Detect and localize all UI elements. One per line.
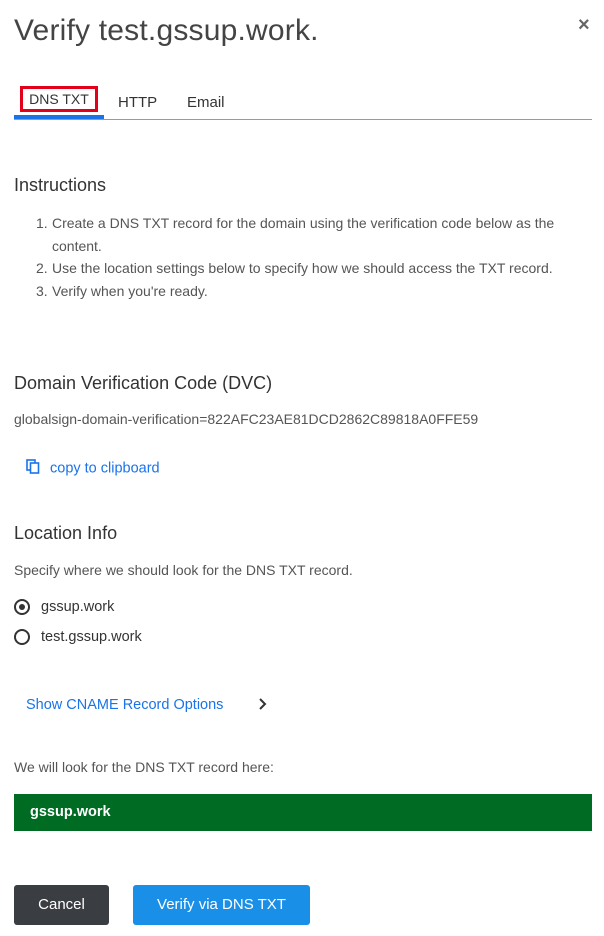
chevron-right-icon[interactable] <box>258 697 268 716</box>
location-description: Specify where we should look for the DNS… <box>14 562 353 578</box>
instruction-step: 2. Use the location settings below to sp… <box>14 257 584 280</box>
radio-button[interactable] <box>14 629 30 646</box>
look-here-label: We will look for the DNS TXT record here… <box>14 759 274 775</box>
dialog-title: Verify test.gssup.work. <box>14 14 319 47</box>
step-text: Create a DNS TXT record for the domain u… <box>52 215 555 254</box>
tab-dns-txt[interactable]: DNS TXT <box>20 86 98 112</box>
tab-email[interactable]: Email <box>187 94 225 111</box>
radio-label: gssup.work <box>41 599 115 615</box>
active-tab-indicator <box>14 115 104 119</box>
cancel-button[interactable]: Cancel <box>14 885 109 925</box>
copy-icon <box>26 459 40 478</box>
step-number: 1. <box>36 215 48 231</box>
location-heading: Location Info <box>14 523 118 543</box>
tab-http[interactable]: HTTP <box>118 94 157 111</box>
close-icon[interactable]: × <box>578 14 590 36</box>
verify-dns-txt-button[interactable]: Verify via DNS TXT <box>133 885 310 925</box>
show-cname-options-link[interactable]: Show CNAME Record Options <box>26 697 223 713</box>
dvc-heading: Domain Verification Code (DVC) <box>14 373 273 393</box>
tab-bar: DNS TXT HTTP Email <box>14 86 592 120</box>
copy-label: copy to clipboard <box>50 460 160 477</box>
radio-label: test.gssup.work <box>41 629 142 645</box>
step-number: 2. <box>36 260 48 277</box>
step-text: Use the location settings below to speci… <box>52 260 553 277</box>
step-text: Verify when you're ready. <box>52 283 208 300</box>
dvc-code: globalsign-domain-verification=822AFC23A… <box>14 411 479 427</box>
step-number: 3. <box>36 283 48 300</box>
radio-option-gssup-work[interactable]: gssup.work <box>14 599 115 616</box>
instructions-list: 1. Create a DNS TXT record for the domai… <box>14 212 584 303</box>
copy-to-clipboard-button[interactable]: copy to clipboard <box>26 459 160 478</box>
instruction-step: 1. Create a DNS TXT record for the domai… <box>14 212 584 257</box>
instructions-heading: Instructions <box>14 175 107 195</box>
target-domain-bar: gssup.work <box>14 794 592 831</box>
instruction-step: 3. Verify when you're ready. <box>14 280 584 303</box>
radio-button-checked[interactable] <box>14 599 30 616</box>
radio-option-test-gssup-work[interactable]: test.gssup.work <box>14 629 142 646</box>
